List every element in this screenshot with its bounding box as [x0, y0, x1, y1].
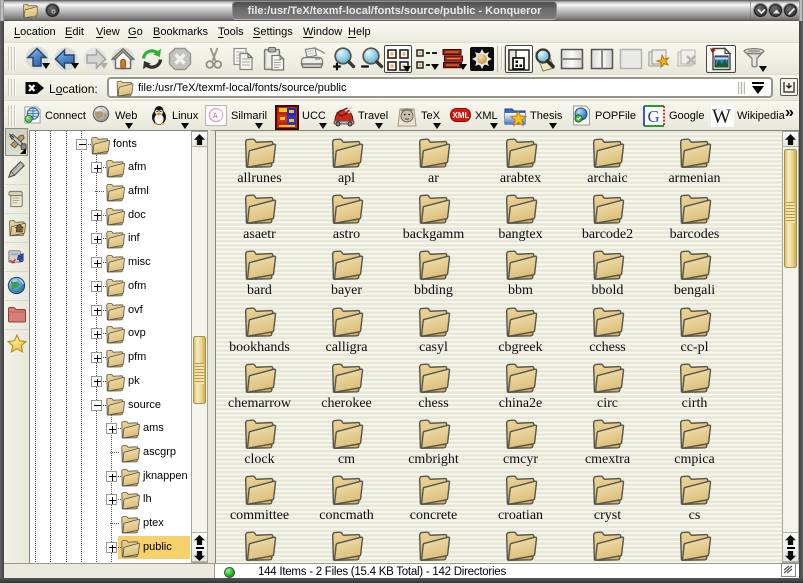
svg-text:XML: XML	[453, 111, 470, 120]
svg-text:G: G	[648, 107, 660, 126]
svg-text:A: A	[213, 113, 218, 120]
svg-text:W: W	[712, 106, 731, 128]
